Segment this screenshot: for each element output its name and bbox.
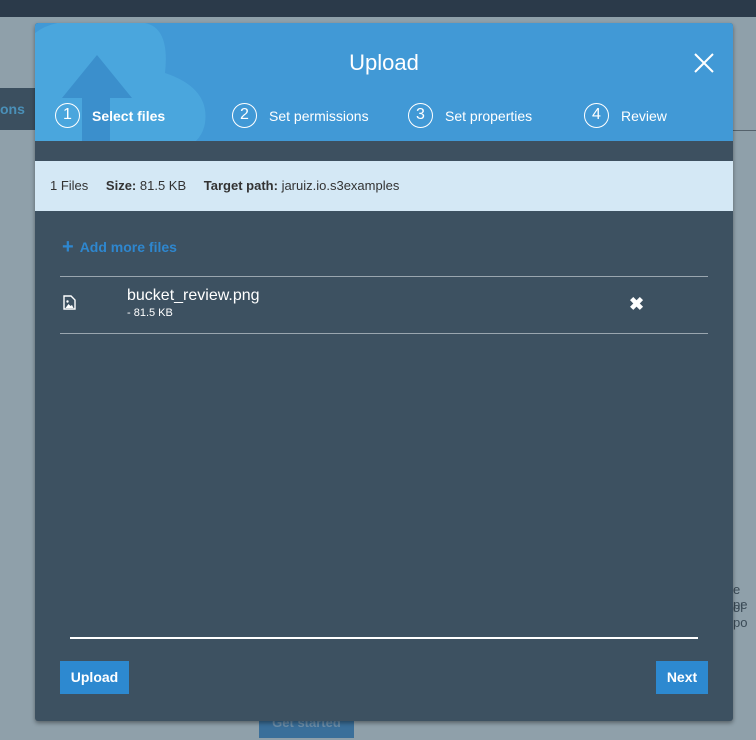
step-label: Select files [92, 107, 166, 124]
step-set-permissions[interactable]: 2 Set permissions [232, 103, 369, 128]
image-file-icon [63, 295, 76, 310]
step-review[interactable]: 4 Review [584, 103, 667, 128]
step-label: Review [621, 107, 667, 124]
upload-modal: Upload 1 Select files 2 Set permissions … [35, 23, 733, 721]
upload-summary: 1 Files Size: 81.5 KB Target path: jarui… [35, 161, 733, 211]
top-nav-bar [0, 0, 756, 17]
modal-header: Upload 1 Select files 2 Set permissions … [35, 23, 733, 141]
close-icon[interactable] [692, 51, 716, 75]
target-path-label: Target path: [203, 178, 278, 193]
size-label: Size: [105, 178, 137, 193]
add-more-files-label: Add more files [79, 239, 177, 255]
remove-file-icon[interactable]: ✖ [629, 294, 644, 315]
background-tab: ons [0, 88, 40, 130]
size-value: 81.5 KB [139, 178, 187, 193]
upload-button[interactable]: Upload [60, 661, 129, 694]
file-size: - 81.5 KB [127, 307, 173, 319]
file-name: bucket_review.png [127, 287, 260, 304]
background-text: ol po [733, 600, 748, 630]
add-more-files-link[interactable]: + Add more files [62, 236, 177, 258]
step-number: 1 [55, 103, 80, 128]
header-band [35, 141, 733, 161]
target-path-value: jaruiz.io.s3examples [281, 178, 400, 193]
step-set-properties[interactable]: 3 Set properties [408, 103, 532, 128]
plus-icon: + [62, 236, 74, 258]
file-count: 1 Files [50, 178, 89, 193]
modal-title: Upload [349, 50, 419, 75]
divider [60, 276, 708, 277]
step-number: 2 [232, 103, 257, 128]
step-number: 3 [408, 103, 433, 128]
step-select-files[interactable]: 1 Select files [55, 103, 165, 128]
step-label: Set properties [445, 107, 533, 124]
step-label: Set permissions [269, 107, 369, 124]
divider [60, 333, 708, 334]
next-button[interactable]: Next [656, 661, 708, 694]
step-number: 4 [584, 103, 609, 128]
upload-progress-bar [70, 637, 698, 639]
